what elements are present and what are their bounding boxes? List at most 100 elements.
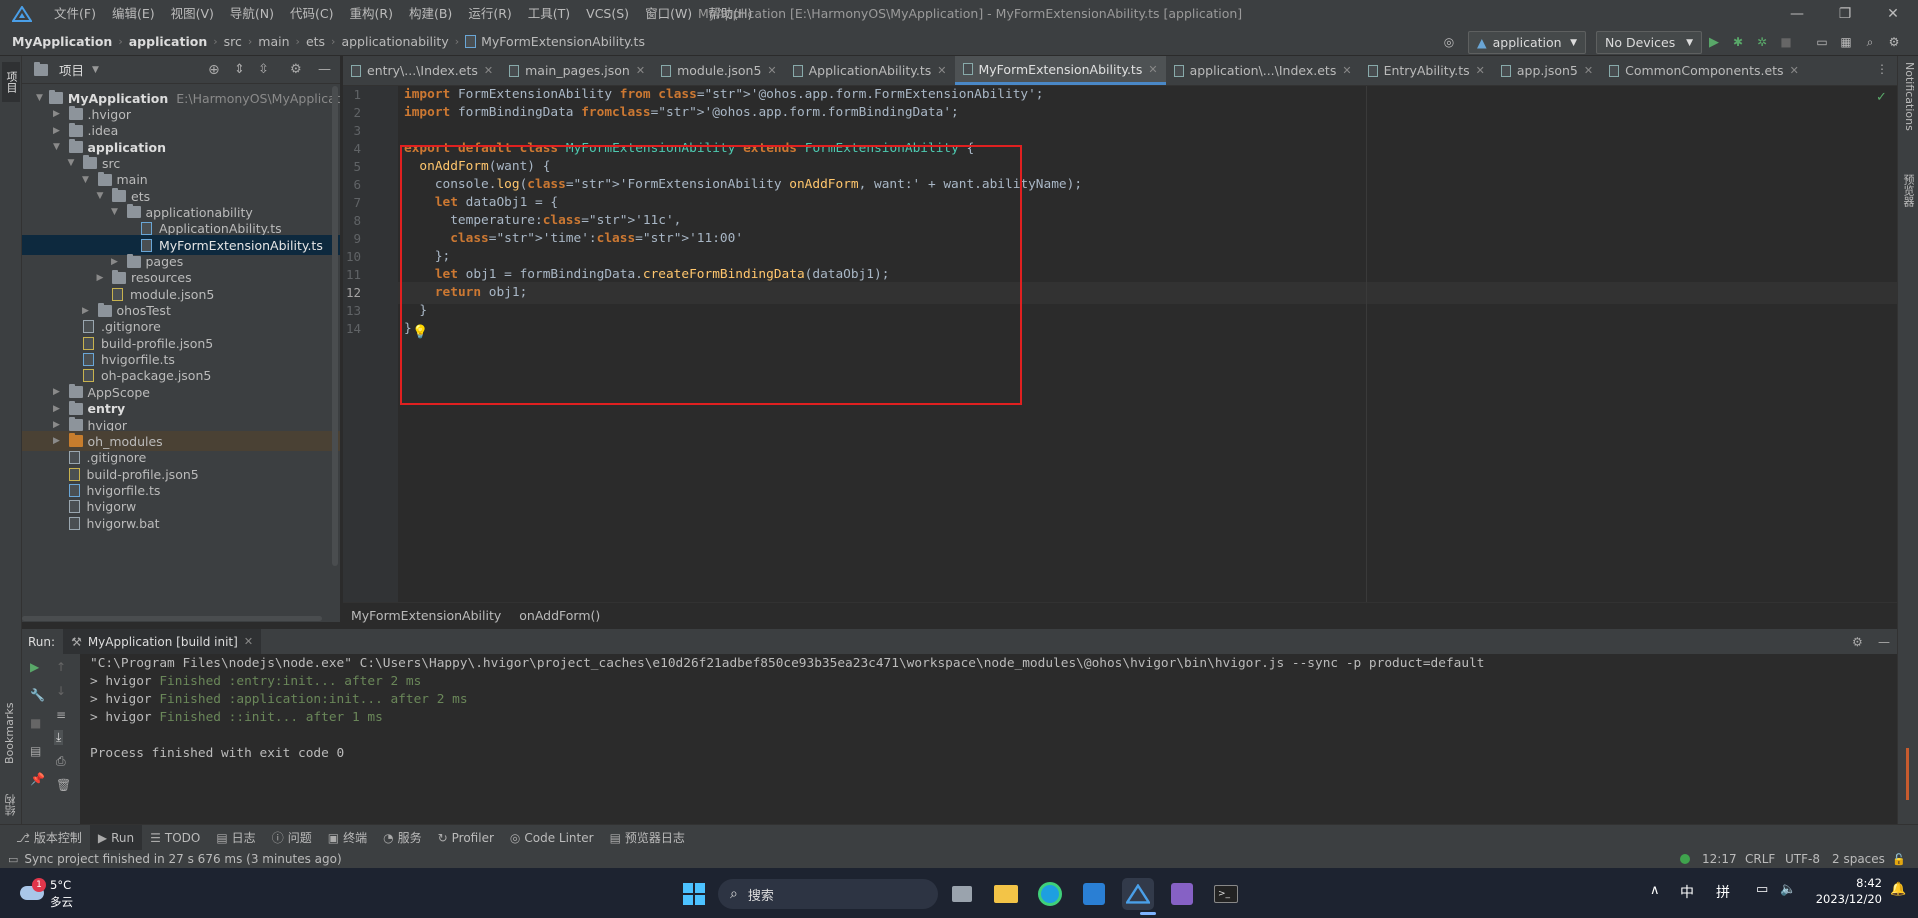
network-icon[interactable]: ▭ bbox=[1756, 882, 1768, 897]
run-icon[interactable]: ▶ bbox=[1706, 30, 1722, 54]
chevron-down-icon[interactable]: ▼ bbox=[109, 207, 121, 217]
bottom-tool-tab[interactable]: ⎇ 版本控制 bbox=[8, 825, 90, 851]
file-explorer-icon[interactable] bbox=[990, 878, 1022, 910]
chevron-down-icon[interactable]: ▼ bbox=[51, 142, 63, 152]
target-icon[interactable]: ◎ bbox=[1440, 30, 1458, 54]
tree-item[interactable]: hvigorw.bat bbox=[22, 513, 340, 533]
breadcrumb-item[interactable]: MyFormExtensionAbility.ts bbox=[481, 34, 645, 49]
bottom-tool-tab[interactable]: ☰ TODO bbox=[142, 825, 208, 851]
run-tab[interactable]: ⚒ MyApplication [build init] ✕ bbox=[63, 628, 262, 655]
visual-studio-icon[interactable] bbox=[1166, 878, 1198, 910]
layout-icon[interactable]: ▤ bbox=[30, 744, 41, 758]
bottom-tool-tab[interactable]: ▣ 终端 bbox=[320, 825, 375, 851]
menu-item[interactable]: 视图(V) bbox=[163, 0, 222, 28]
bottom-tool-tab[interactable]: ▤ 日志 bbox=[208, 825, 263, 851]
debug-icon[interactable]: ✱ bbox=[1730, 30, 1746, 54]
chevron-right-icon[interactable]: ▶ bbox=[51, 436, 63, 446]
close-tab-icon[interactable]: ✕ bbox=[1790, 64, 1799, 77]
more-tabs-icon[interactable]: ⋮ bbox=[1876, 62, 1888, 76]
lock-icon[interactable]: 🔓 bbox=[1892, 853, 1906, 866]
bottom-tool-tab[interactable]: ◔ 服务 bbox=[375, 825, 430, 851]
device-manager-icon[interactable]: ▭ bbox=[1814, 30, 1830, 54]
menu-item[interactable]: 重构(R) bbox=[342, 0, 401, 28]
deveco-taskbar-icon[interactable] bbox=[1122, 878, 1154, 910]
scroll-to-end-icon[interactable]: ⤓ bbox=[54, 730, 64, 745]
soft-wrap-icon[interactable]: ≡ bbox=[56, 708, 66, 722]
edge-browser-icon[interactable] bbox=[1034, 878, 1066, 910]
chevron-right-icon[interactable]: ▶ bbox=[51, 126, 63, 136]
menu-item[interactable]: 窗口(W) bbox=[637, 0, 700, 28]
previewer-tool-button[interactable]: 预览器 bbox=[1900, 174, 1916, 234]
inspection-ok-icon[interactable]: ✓ bbox=[1876, 90, 1887, 105]
rerun-icon[interactable]: ▶ bbox=[30, 660, 39, 674]
breadcrumb-item[interactable]: src bbox=[224, 34, 242, 49]
expand-all-icon[interactable]: ⇕ bbox=[234, 62, 245, 77]
stop-run-icon[interactable]: ■ bbox=[30, 716, 41, 730]
menu-item[interactable]: VCS(S) bbox=[578, 0, 637, 28]
bottom-tool-tab[interactable]: ▤ 预览器日志 bbox=[602, 825, 693, 851]
run-settings-icon[interactable]: ⚙ bbox=[1852, 635, 1863, 649]
restore-button[interactable]: ❐ bbox=[1822, 0, 1868, 28]
stop-icon[interactable]: ■ bbox=[1778, 30, 1794, 54]
chevron-right-icon[interactable]: ▶ bbox=[51, 387, 63, 397]
bottom-tool-tab[interactable]: ◎ Code Linter bbox=[502, 825, 602, 851]
caret-position[interactable]: 12:17 bbox=[1702, 852, 1737, 866]
tray-chevron-icon[interactable]: ∧ bbox=[1650, 883, 1660, 898]
close-window-button[interactable]: ✕ bbox=[1870, 0, 1916, 28]
notifications-tool-button[interactable]: Notifications bbox=[1900, 62, 1916, 162]
close-tab-icon[interactable]: ✕ bbox=[1584, 64, 1593, 77]
chevron-down-icon[interactable]: ▼ bbox=[80, 175, 92, 185]
clock[interactable]: 8:42 2023/12/20 bbox=[1812, 876, 1882, 906]
close-tab-icon[interactable]: ✕ bbox=[1342, 64, 1351, 77]
project-tool-button[interactable]: 项目 bbox=[2, 62, 20, 102]
bottom-tool-tab[interactable]: ↻ Profiler bbox=[430, 825, 502, 851]
minimize-button[interactable]: — bbox=[1774, 0, 1820, 28]
editor-tab[interactable]: CommonComponents.ets ✕ bbox=[1601, 56, 1807, 85]
editor-breadcrumb-item[interactable]: onAddForm() bbox=[519, 608, 600, 623]
editor-breadcrumb-item[interactable]: MyFormExtensionAbility bbox=[351, 608, 501, 623]
breadcrumb-item[interactable]: MyApplication bbox=[12, 34, 112, 49]
close-tab-icon[interactable]: ✕ bbox=[1476, 64, 1485, 77]
menu-item[interactable]: 导航(N) bbox=[222, 0, 282, 28]
chevron-right-icon[interactable]: ▶ bbox=[94, 273, 106, 283]
bookmarks-tool-button[interactable]: Bookmarks bbox=[3, 676, 19, 764]
chevron-right-icon[interactable]: ▶ bbox=[109, 257, 121, 267]
start-button[interactable] bbox=[678, 878, 710, 910]
collapse-all-icon[interactable]: ⇳ bbox=[258, 62, 269, 77]
editor-tab[interactable]: ApplicationAbility.ts ✕ bbox=[785, 56, 955, 85]
close-tab-icon[interactable]: ✕ bbox=[636, 64, 645, 77]
menu-item[interactable]: 运行(R) bbox=[460, 0, 519, 28]
status-panel-icon[interactable]: ▭ bbox=[8, 853, 18, 866]
scroll-up-icon[interactable]: ↑ bbox=[56, 660, 66, 674]
gear-icon[interactable]: ⚙ bbox=[290, 62, 302, 77]
editor-tab[interactable]: entry\...\Index.ets ✕ bbox=[343, 56, 501, 85]
search-icon[interactable]: ⌕ bbox=[1862, 30, 1878, 54]
close-tab-icon[interactable]: ✕ bbox=[1148, 63, 1157, 76]
ime-pinyin[interactable]: 拼 bbox=[1716, 882, 1730, 902]
menu-item[interactable]: 构建(B) bbox=[401, 0, 460, 28]
run-console[interactable]: "C:\Program Files\nodejs\node.exe" C:\Us… bbox=[80, 654, 1897, 824]
print-icon[interactable]: ⎙ bbox=[56, 754, 66, 769]
close-tab-icon[interactable]: ✕ bbox=[244, 635, 253, 648]
editor-tab[interactable]: main_pages.json ✕ bbox=[501, 56, 653, 85]
bottom-tool-tab[interactable]: ⓘ 问题 bbox=[264, 825, 320, 851]
menu-item[interactable]: 工具(T) bbox=[520, 0, 578, 28]
chevron-right-icon[interactable]: ▶ bbox=[51, 109, 63, 119]
chevron-right-icon[interactable]: ▶ bbox=[51, 420, 63, 430]
tree-scrollbar[interactable] bbox=[332, 86, 338, 566]
file-encoding[interactable]: UTF-8 bbox=[1785, 852, 1820, 866]
menu-item[interactable]: 编辑(E) bbox=[104, 0, 163, 28]
project-panel-title[interactable]: 项目 bbox=[59, 60, 84, 79]
attach-debugger-icon[interactable]: ✲ bbox=[1754, 30, 1770, 54]
status-message[interactable]: Sync project finished in 27 s 676 ms (3 … bbox=[24, 852, 341, 866]
close-tab-icon[interactable]: ✕ bbox=[767, 64, 776, 77]
editor-tab[interactable]: EntryAbility.ts ✕ bbox=[1360, 56, 1493, 85]
chevron-down-icon[interactable]: ▼ bbox=[65, 158, 77, 168]
chevron-right-icon[interactable]: ▶ bbox=[80, 306, 92, 316]
close-tab-icon[interactable]: ✕ bbox=[484, 64, 493, 77]
breadcrumb-item[interactable]: applicationability bbox=[341, 34, 448, 49]
bottom-tool-tab[interactable]: ▶ Run bbox=[89, 824, 143, 851]
chevron-right-icon[interactable]: ▶ bbox=[51, 404, 63, 414]
breadcrumb-item[interactable]: main bbox=[258, 34, 289, 49]
taskbar-search[interactable]: ⌕ 搜索 bbox=[718, 879, 938, 909]
